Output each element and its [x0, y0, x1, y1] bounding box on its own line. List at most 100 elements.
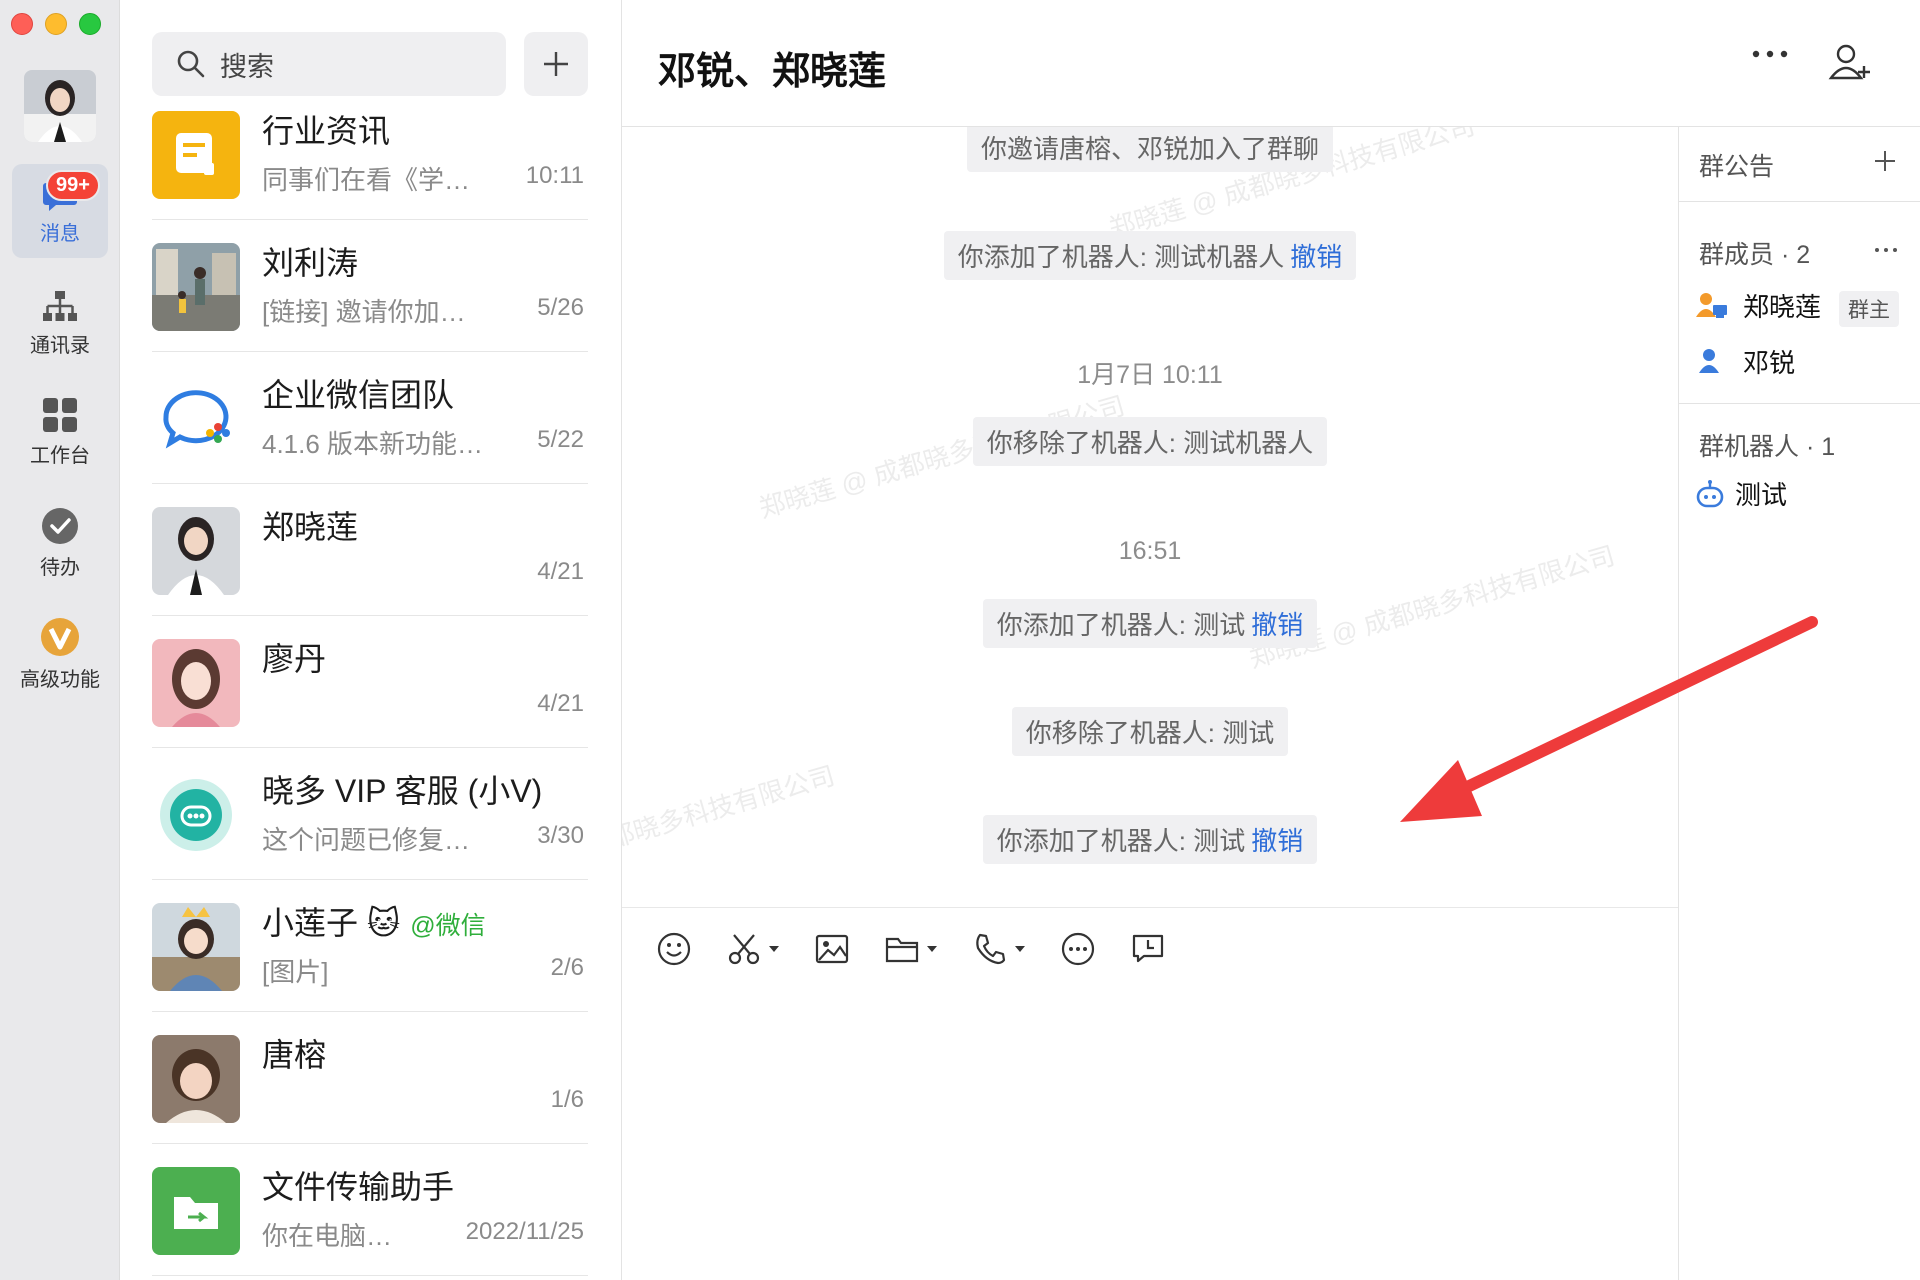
- conversation-item[interactable]: 廖丹 4/21: [152, 616, 588, 748]
- conversation-item[interactable]: 唐榕 1/6: [152, 1012, 588, 1144]
- robot-icon: [1696, 479, 1724, 507]
- phone-icon: [976, 933, 1006, 964]
- conversation-preview: 这个问题已修复…: [262, 825, 471, 855]
- call-button[interactable]: [972, 931, 1026, 967]
- announcement-title: 群公告: [1699, 153, 1775, 181]
- system-message: 你移除了机器人: 测试机器人: [622, 417, 1678, 466]
- service-bot-icon: [152, 771, 240, 859]
- new-chat-button[interactable]: [524, 32, 588, 96]
- caret-down-icon: [1015, 945, 1025, 952]
- minimize-window-button[interactable]: [45, 13, 67, 35]
- check-circle-icon: [42, 508, 78, 544]
- screenshot-button[interactable]: [726, 931, 780, 967]
- wechat-tag: @微信: [410, 912, 486, 940]
- close-window-button[interactable]: [11, 13, 33, 35]
- search-box[interactable]: 搜索: [152, 32, 506, 96]
- user-admin-icon: [1696, 292, 1727, 318]
- members-title: 群成员 · 2: [1699, 241, 1811, 269]
- conversation-item[interactable]: 小莲子 🐱 @微信 [图片] 2/6: [152, 880, 588, 1012]
- conversation-time: 10:11: [525, 162, 584, 189]
- conversation-name: 文件传输助手: [262, 1169, 455, 1205]
- undo-link[interactable]: 撤销: [1251, 610, 1303, 640]
- nav-workbench-label: 工作台: [30, 445, 90, 467]
- conversation-item[interactable]: 行业资讯 同事们在看《学… 10:11: [152, 88, 588, 220]
- composer-toolbar: [622, 907, 1678, 989]
- unread-badge: 99+: [46, 170, 100, 201]
- undo-link[interactable]: 撤销: [1290, 242, 1342, 272]
- nav-todo-label: 待办: [40, 557, 80, 579]
- announcement-section[interactable]: 群公告: [1679, 127, 1920, 201]
- conversation-time: 4/21: [537, 690, 584, 717]
- conversation-time: 1/6: [550, 1086, 584, 1113]
- conversation-time: 5/22: [537, 426, 584, 453]
- conversation-preview: 4.1.6 版本新功能…: [262, 429, 484, 459]
- member-item[interactable]: 郑晓莲: [1695, 287, 1821, 324]
- news-app-icon: [152, 111, 240, 199]
- emoji-button[interactable]: [656, 931, 692, 967]
- conversation-preview: 同事们在看《学…: [262, 165, 471, 195]
- my-avatar[interactable]: [24, 70, 96, 142]
- image-button[interactable]: [814, 931, 850, 967]
- conversation-item[interactable]: 企业微信团队 4.1.6 版本新功能… 5/22: [152, 352, 588, 484]
- avatar: [152, 507, 240, 595]
- caret-down-icon: [927, 945, 937, 952]
- more-horizontal-icon: [1752, 50, 1788, 58]
- caret-down-icon: [769, 945, 779, 952]
- search-placeholder: 搜索: [220, 51, 274, 82]
- avatar: [152, 639, 240, 727]
- conversation-name: 小莲子 🐱 @微信: [262, 905, 486, 941]
- nav-rail: 99+ 消息 通讯录 工作台 待办 高级功能: [0, 0, 120, 1280]
- system-message: 你邀请唐榕、邓锐加入了群聊: [622, 127, 1678, 172]
- plus-icon[interactable]: [1873, 149, 1897, 173]
- nav-todo[interactable]: 待办: [12, 498, 108, 592]
- more-tools-button[interactable]: [1060, 931, 1096, 967]
- chat-history-button[interactable]: [1130, 931, 1166, 967]
- undo-link[interactable]: 撤销: [1251, 826, 1303, 856]
- avatar: [152, 243, 240, 331]
- nav-contacts[interactable]: 通讯录: [12, 276, 108, 370]
- window-controls: [11, 13, 101, 35]
- file-button[interactable]: [884, 931, 938, 967]
- emoji-icon: [657, 932, 691, 965]
- divider: [1679, 403, 1920, 404]
- user-icon: [1699, 348, 1719, 373]
- bots-title: 群机器人 · 1: [1699, 433, 1836, 461]
- conversation-preview: [图片]: [262, 957, 329, 987]
- nav-messages[interactable]: 99+ 消息: [12, 164, 108, 258]
- annotation-arrow: [1400, 616, 1818, 822]
- conversation-name: 郑晓莲: [262, 509, 359, 545]
- conversation-item[interactable]: 郑晓莲 4/21: [152, 484, 588, 616]
- member-item[interactable]: 邓锐: [1695, 343, 1795, 380]
- owner-badge: 群主: [1839, 291, 1899, 327]
- avatar: [152, 903, 240, 991]
- conversation-item[interactable]: 晓多 VIP 客服 (小V) 这个问题已修复… 3/30: [152, 748, 588, 880]
- nav-contacts-label: 通讯录: [30, 335, 90, 357]
- grid-icon: [43, 398, 77, 432]
- time-stamp: 16:51: [1118, 537, 1182, 565]
- add-user-icon: [1828, 44, 1870, 80]
- conversation-name: 行业资讯: [262, 113, 391, 149]
- nav-workbench[interactable]: 工作台: [12, 386, 108, 480]
- conversation-item[interactable]: 文件传输助手 你在电脑… 2022/11/25: [152, 1144, 588, 1276]
- conversation-name: 廖丹: [262, 641, 327, 677]
- message-input[interactable]: [622, 990, 1678, 1280]
- conversation-name: 晓多 VIP 客服 (小V): [262, 773, 543, 809]
- member-name: 邓锐: [1743, 348, 1796, 378]
- conversation-name: 企业微信团队: [262, 377, 455, 413]
- more-horizontal-icon[interactable]: [1874, 247, 1898, 253]
- more-options-button[interactable]: [1750, 46, 1790, 67]
- conversation-item[interactable]: 刘利涛 [链接] 邀请你加… 5/26: [152, 220, 588, 352]
- conversation-name: 唐榕: [262, 1037, 327, 1073]
- add-member-button[interactable]: [1828, 42, 1872, 87]
- conversation-name: 刘利涛: [262, 245, 359, 281]
- divider: [1679, 201, 1920, 202]
- bot-item[interactable]: 测试: [1695, 475, 1787, 512]
- conversation-preview: 你在电脑…: [262, 1221, 393, 1251]
- zoom-window-button[interactable]: [79, 13, 101, 35]
- wecom-logo-icon: [152, 375, 240, 463]
- scissors-icon: [728, 933, 760, 964]
- conversation-time: 4/21: [537, 558, 584, 585]
- file-transfer-icon: [152, 1167, 240, 1255]
- nav-advanced[interactable]: 高级功能: [12, 610, 108, 704]
- search-icon: [177, 50, 205, 78]
